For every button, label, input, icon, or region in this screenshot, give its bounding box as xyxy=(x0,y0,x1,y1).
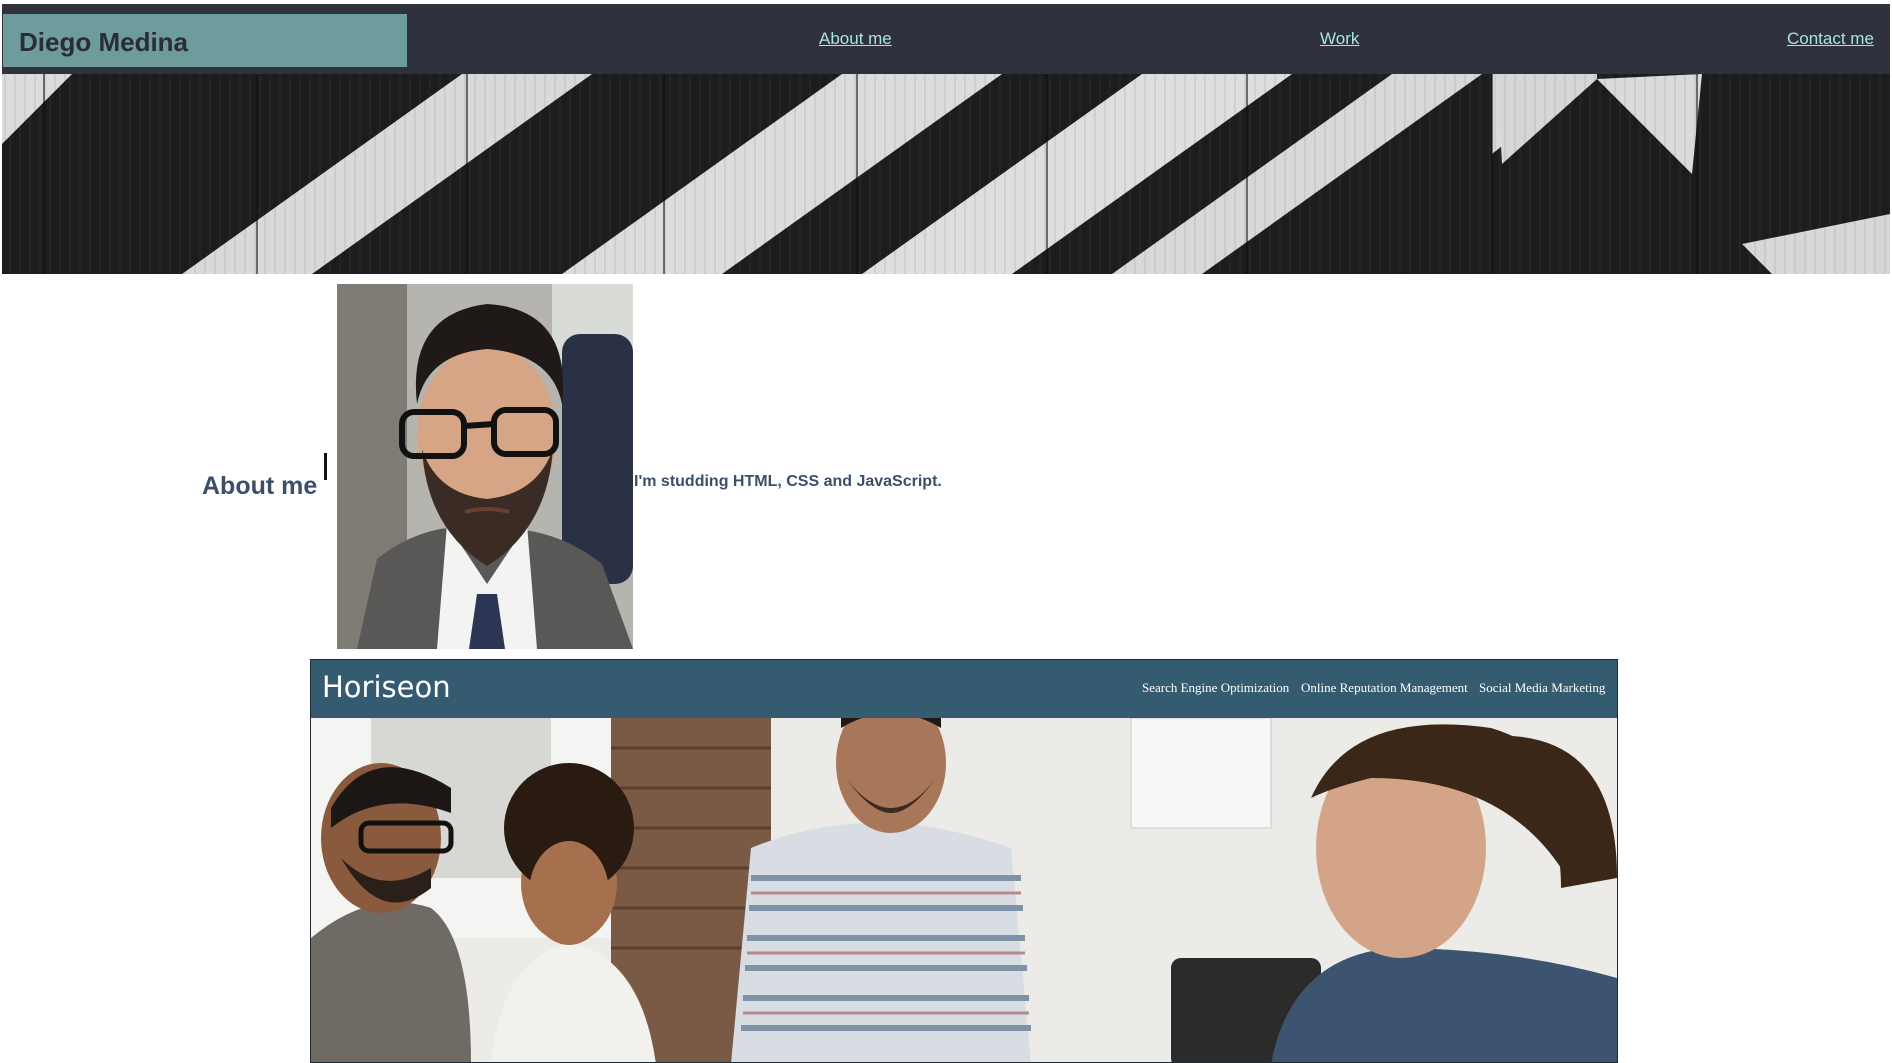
team-meeting-illustration xyxy=(311,693,1617,1062)
portrait-illustration xyxy=(337,284,633,649)
about-me-description: I'm studding HTML, CSS and JavaScript. xyxy=(634,473,942,490)
project-card-horiseon[interactable]: Horiseon Search Engine Optimization Onli… xyxy=(310,659,1618,1063)
hero-banner-image xyxy=(2,74,1890,274)
project-team-photo xyxy=(311,693,1617,1062)
project-logo: Horiseon xyxy=(322,670,451,704)
project-nav-social: Social Media Marketing xyxy=(1479,680,1606,695)
brand-block: Diego Medina xyxy=(3,14,407,67)
site-title: Diego Medina xyxy=(19,27,189,57)
site-header: Diego Medina About me Work Contact me xyxy=(2,4,1890,74)
nav-link-about-me[interactable]: About me xyxy=(819,29,892,49)
nav-link-work[interactable]: Work xyxy=(1320,29,1359,49)
divider xyxy=(324,453,327,480)
striped-wood-background xyxy=(2,74,1890,274)
project-screenshot-header: Horiseon Search Engine Optimization Onli… xyxy=(311,660,1617,718)
project-nav-reputation: Online Reputation Management xyxy=(1301,680,1468,695)
nav-link-contact-me[interactable]: Contact me xyxy=(1787,29,1874,49)
project-nav-seo: Search Engine Optimization xyxy=(1142,680,1290,695)
profile-photo xyxy=(337,284,633,649)
about-me-heading: About me xyxy=(202,471,318,500)
